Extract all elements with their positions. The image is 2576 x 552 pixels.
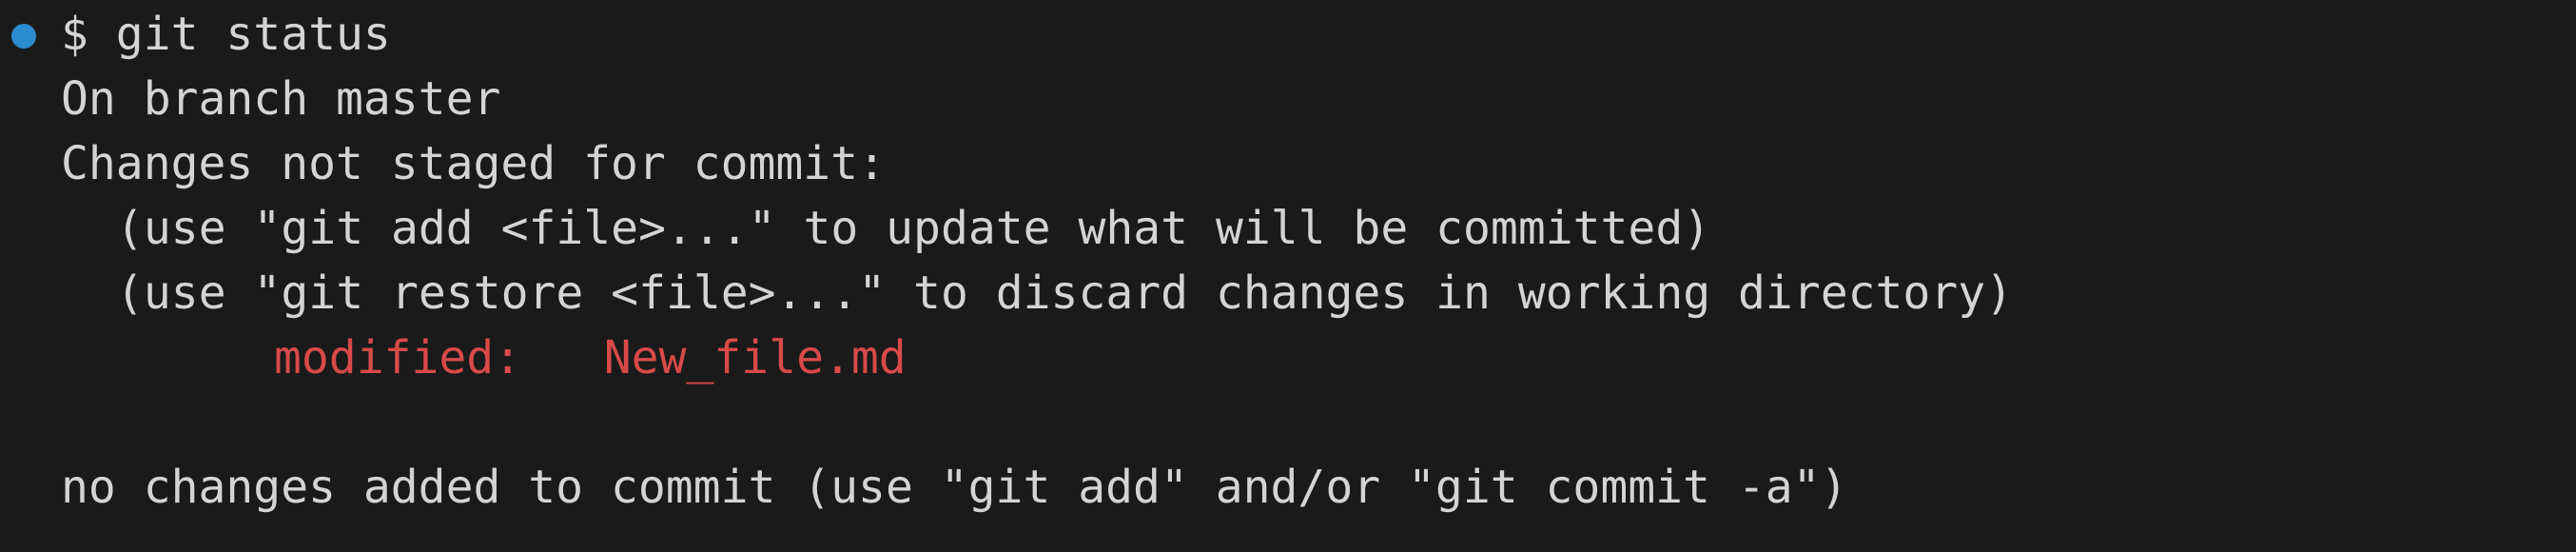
command-status-icon (11, 24, 36, 49)
modified-file-line: modified: New_file.md (274, 331, 907, 384)
terminal-panel[interactable]: $ git status On branch master Changes no… (0, 0, 2576, 552)
command-line: $ git status (61, 8, 391, 61)
summary-line: no changes added to commit (use "git add… (61, 461, 1848, 514)
hint-restore-line: (use "git restore <file>..." to discard … (116, 266, 2013, 320)
hint-add-line: (use "git add <file>..." to update what … (116, 202, 1711, 255)
changes-header: Changes not staged for commit: (61, 137, 886, 190)
branch-line: On branch master (61, 72, 501, 126)
